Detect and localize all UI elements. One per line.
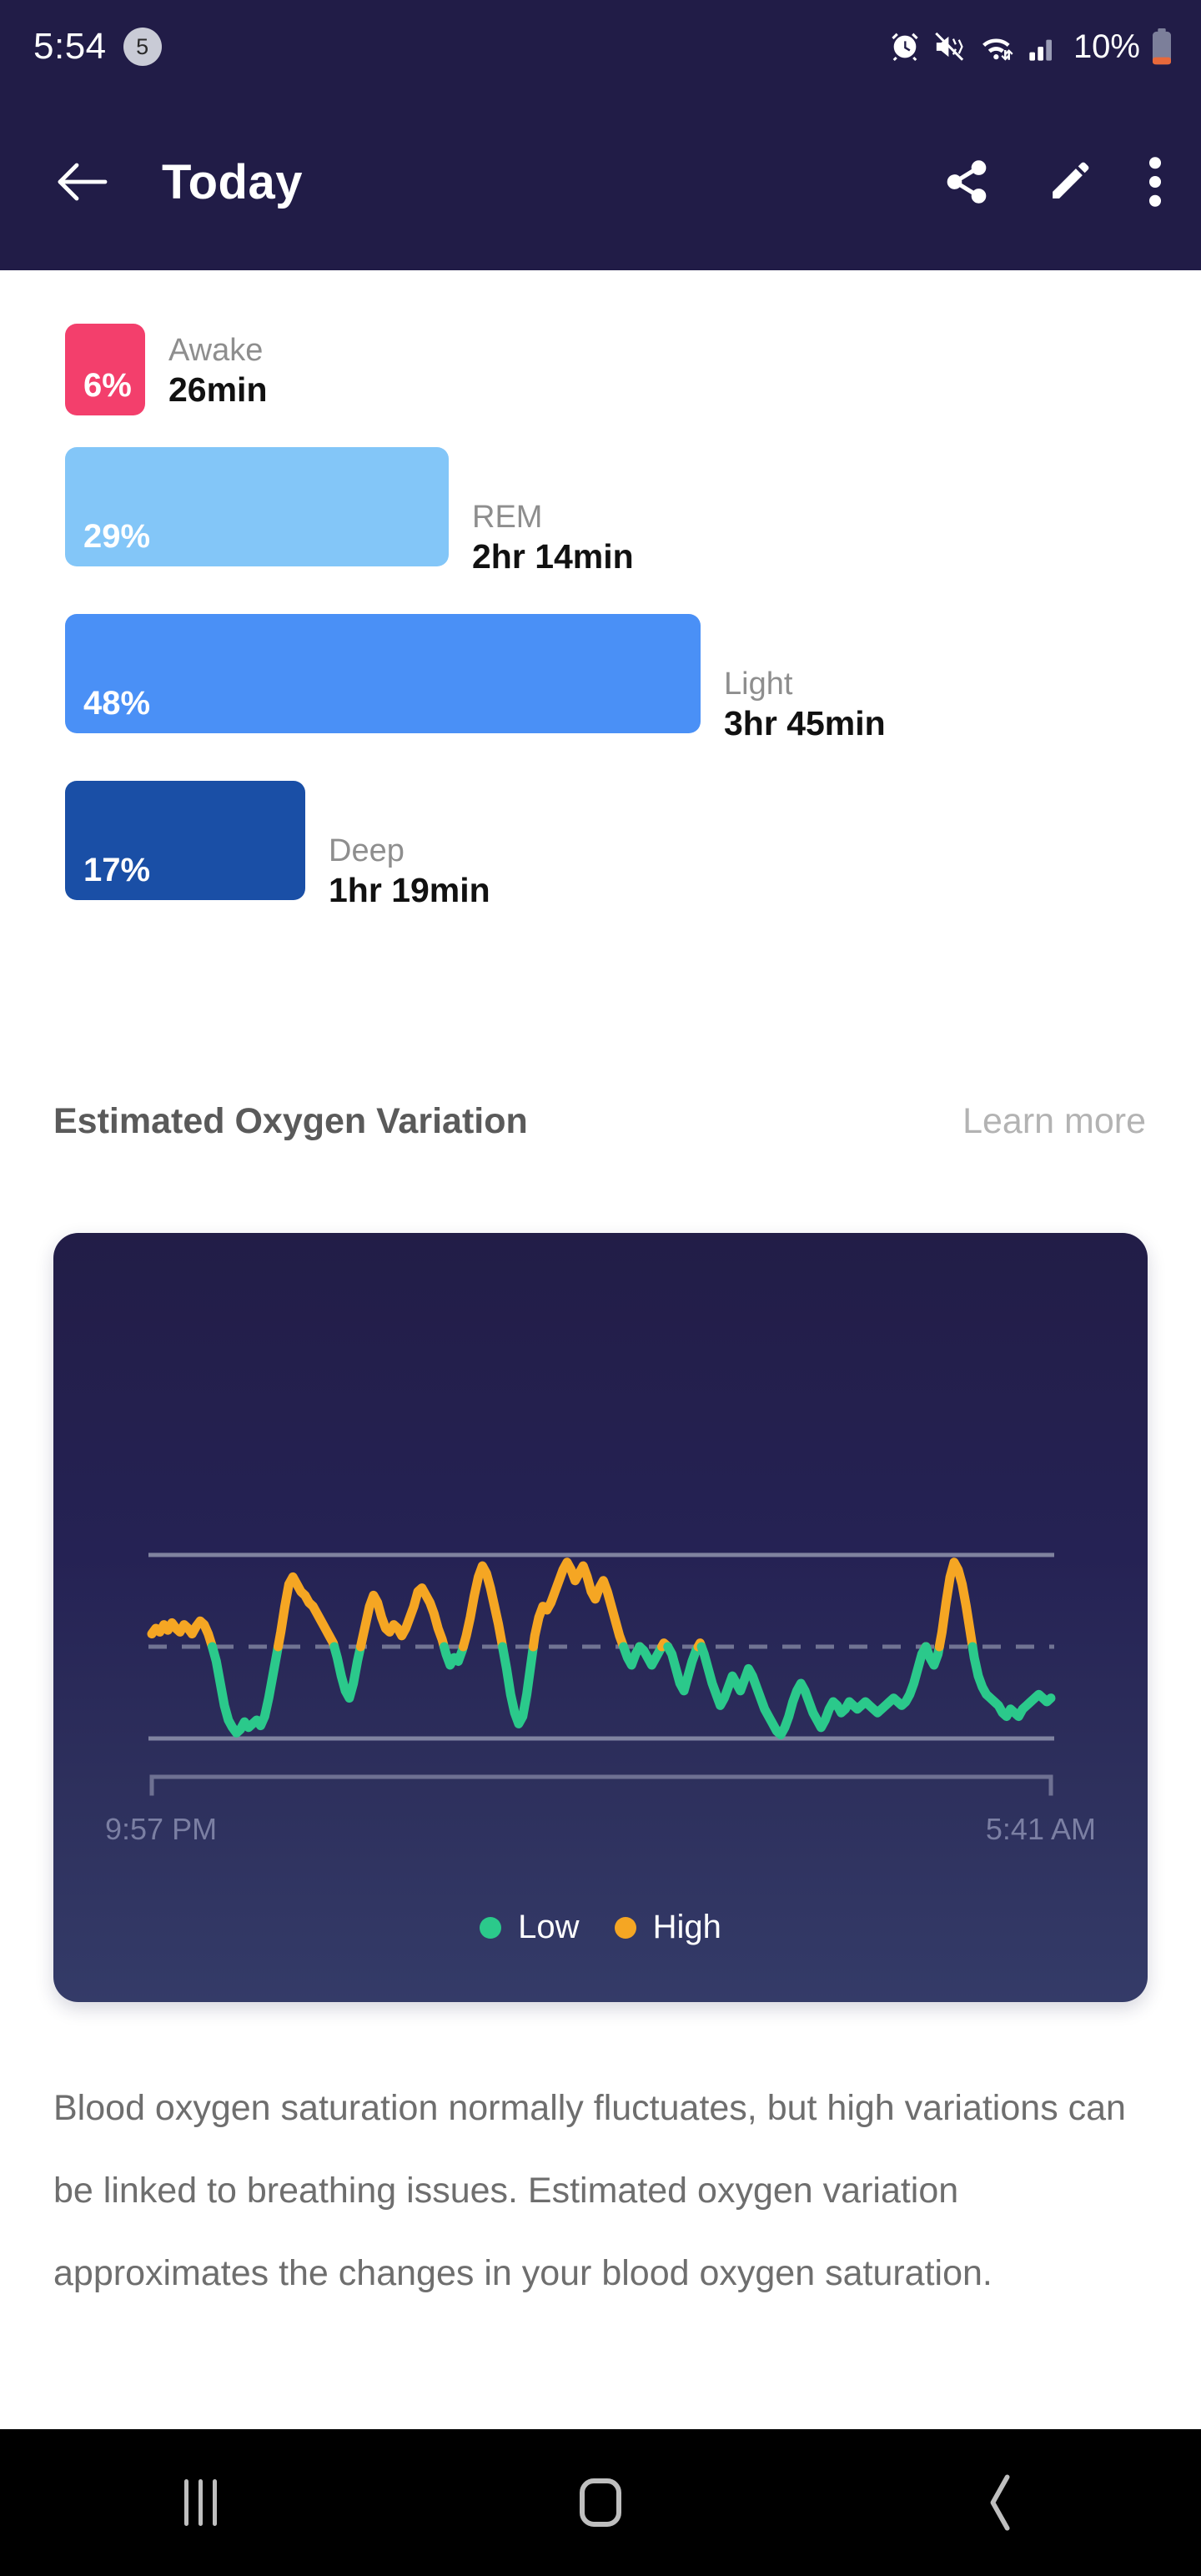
back-icon[interactable] (934, 2457, 1068, 2548)
stage-label-group: Deep 1hr 19min (305, 781, 490, 916)
status-bar-right: 10% (888, 28, 1173, 66)
stage-bar-awake: 6% (65, 324, 145, 415)
stage-duration: 3hr 45min (724, 703, 886, 744)
chart-line-low (334, 1647, 361, 1698)
chart-line-low (972, 1647, 1051, 1717)
oxygen-chart-plot (53, 1233, 1148, 1812)
home-icon[interactable] (534, 2457, 667, 2548)
overflow-menu-icon[interactable] (1148, 156, 1163, 208)
vibrate-mute-icon (932, 30, 967, 63)
legend-dot-high (615, 1917, 636, 1939)
chart-line-high (463, 1566, 502, 1647)
stage-duration: 26min (168, 370, 268, 410)
stage-duration: 1hr 19min (329, 870, 490, 911)
battery-percent-label: 10% (1073, 28, 1140, 66)
alarm-icon (888, 30, 922, 63)
stage-bar-light: 48% (65, 614, 701, 733)
oxygen-section-header: Estimated Oxygen Variation Learn more (0, 1101, 1201, 1142)
stage-label-group: Light 3hr 45min (701, 614, 886, 749)
legend-item-high: High (615, 1909, 721, 1946)
stage-name: Awake (168, 332, 268, 370)
stage-label-group: Awake 26min (145, 324, 268, 415)
app-bar: Today (0, 93, 1201, 270)
status-bar-left: 5:54 5 (33, 26, 162, 68)
recents-glyph (184, 2479, 217, 2526)
status-clock: 5:54 (33, 26, 107, 68)
sleep-stage-row-rem[interactable]: 29% REM 2hr 14min (0, 415, 1201, 582)
stage-name: Deep (329, 833, 490, 870)
sleep-stage-row-deep[interactable]: 17% Deep 1hr 19min (0, 749, 1201, 916)
back-arrow-icon[interactable] (55, 159, 108, 204)
phone-screen: 5:54 5 (0, 0, 1201, 2576)
chart-start-time: 9:57 PM (105, 1812, 217, 1847)
sleep-stage-list: 6% Awake 26min 29% REM 2hr 14min 48% Lig… (0, 270, 1201, 916)
chart-end-time: 5:41 AM (986, 1812, 1096, 1847)
battery-low-icon (1151, 28, 1173, 65)
stage-percent: 29% (65, 520, 150, 566)
learn-more-link[interactable]: Learn more (962, 1101, 1146, 1142)
page-title: Today (162, 154, 303, 210)
home-glyph (580, 2478, 621, 2527)
oxygen-variation-chart-card[interactable]: 9:57 PM 5:41 AM Low High (53, 1233, 1148, 2002)
chart-axis-rule (152, 1777, 1051, 1794)
chart-line-high (533, 1562, 623, 1647)
stage-name: REM (472, 499, 634, 536)
chart-line-high (278, 1577, 334, 1647)
chart-line-high (939, 1562, 972, 1647)
stage-bar-rem: 29% (65, 447, 449, 566)
chart-time-axis: 9:57 PM 5:41 AM (53, 1812, 1148, 1847)
share-icon[interactable] (942, 158, 991, 206)
wifi-icon (978, 30, 1017, 63)
sleep-stage-row-light[interactable]: 48% Light 3hr 45min (0, 582, 1201, 749)
chart-line-low (668, 1647, 698, 1691)
legend-dot-low (480, 1917, 501, 1939)
stage-percent: 6% (65, 369, 132, 415)
legend-label-high: High (653, 1909, 721, 1946)
stage-duration: 2hr 14min (472, 536, 634, 577)
chart-line-high (360, 1588, 444, 1647)
android-nav-bar (0, 2429, 1201, 2576)
signal-icon (1028, 30, 1059, 63)
status-bar: 5:54 5 (0, 0, 1201, 93)
chart-line-low (701, 1647, 926, 1735)
stage-percent: 48% (65, 687, 150, 733)
chart-legend: Low High (53, 1909, 1148, 1946)
legend-label-low: Low (518, 1909, 579, 1946)
oxygen-chart-svg (53, 1233, 1148, 1812)
section-title: Estimated Oxygen Variation (53, 1101, 528, 1142)
oxygen-description: Blood oxygen saturation normally fluctua… (53, 2067, 1138, 2315)
stage-percent: 17% (65, 853, 150, 900)
stage-name: Light (724, 666, 886, 703)
chart-line-low (213, 1647, 279, 1733)
stage-bar-deep: 17% (65, 781, 305, 900)
edit-pencil-icon[interactable] (1046, 158, 1093, 205)
stage-label-group: REM 2hr 14min (449, 447, 634, 582)
recents-icon[interactable] (133, 2457, 267, 2548)
sleep-stage-row-awake[interactable]: 6% Awake 26min (0, 270, 1201, 415)
notification-badge: 5 (123, 28, 162, 66)
legend-item-low: Low (480, 1909, 579, 1946)
app-bar-actions (942, 156, 1163, 208)
chart-line-low (503, 1647, 534, 1723)
chart-line-high (152, 1621, 213, 1647)
